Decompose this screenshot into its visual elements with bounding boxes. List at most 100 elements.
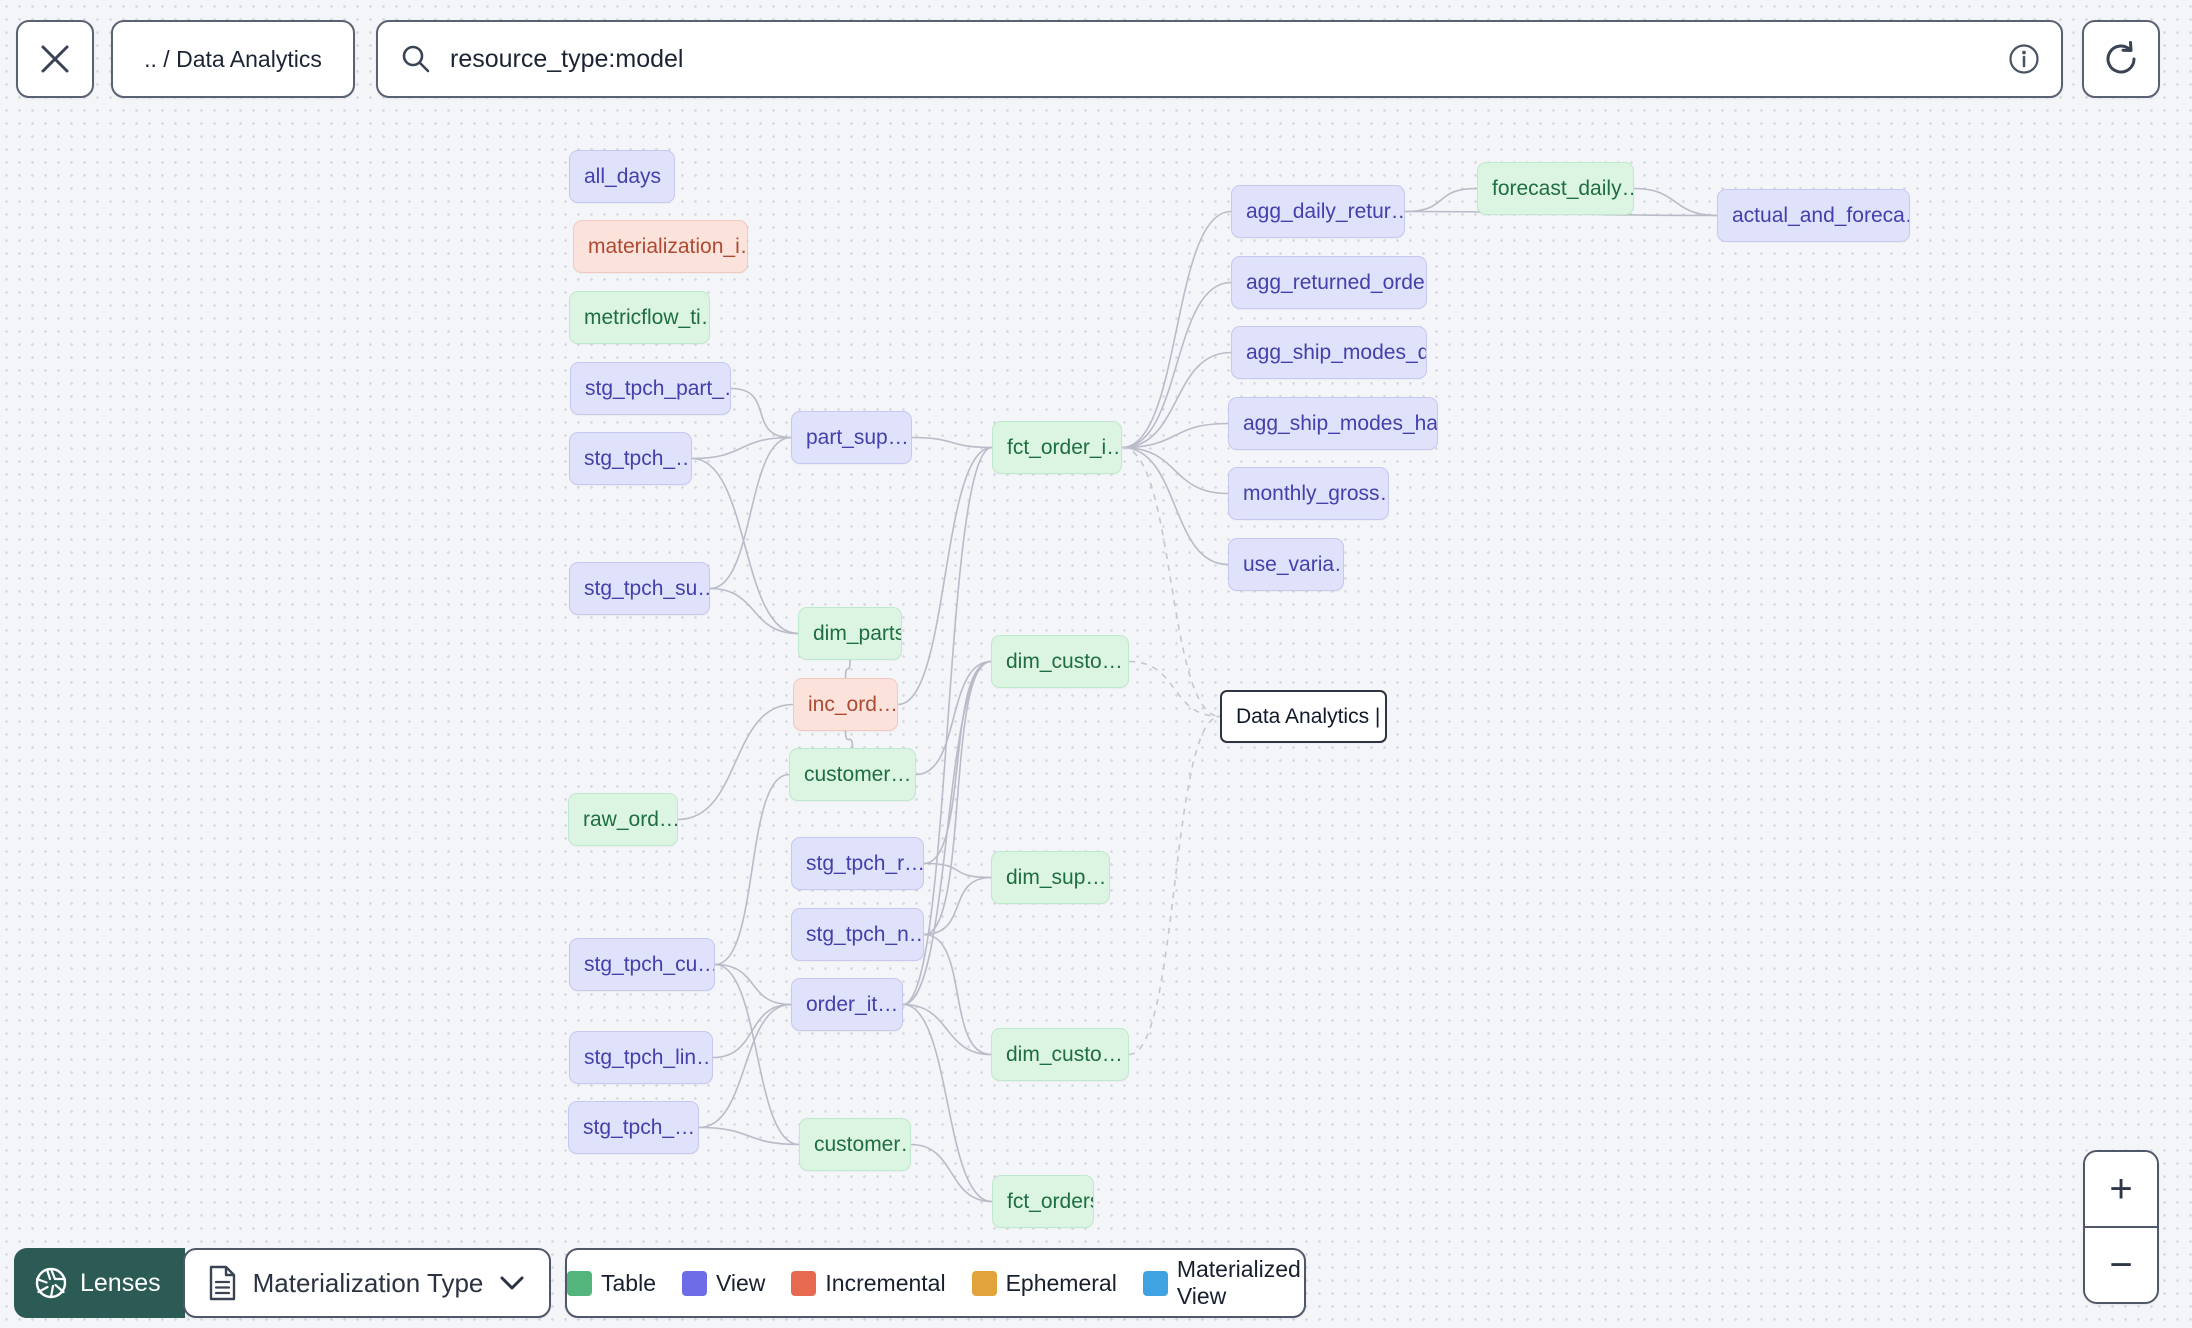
edge-fct_order_items-to-monthly_gross	[1121, 446, 1229, 495]
edge-stg_tpch_lin-to-order_items	[712, 1003, 792, 1059]
graph-node-metricflow[interactable]: metricflow_ti…	[569, 291, 710, 344]
edge-stg_tpch_cu-to-customers_b	[714, 963, 800, 1146]
graph-node-stg_tpch_a[interactable]: stg_tpch_…	[569, 432, 692, 485]
lens-selector-materialization-type[interactable]: Materialization Type	[182, 1248, 552, 1318]
legend-label: Table	[601, 1269, 656, 1296]
edge-stg_tpch_cu-to-order_items	[714, 963, 792, 1006]
edge-customers_b-to-fct_orders	[910, 1143, 993, 1203]
graph-node-raw_orders[interactable]: raw_ord…	[568, 793, 678, 846]
edge-stg_tpch_n-to-dim_customers_a	[923, 660, 992, 936]
legend-item-table: Table	[567, 1270, 656, 1297]
zoom-in-button[interactable]: +	[2085, 1152, 2157, 1228]
graph-node-part_suppliers[interactable]: part_sup…	[791, 411, 912, 464]
edge-stg_tpch_su-to-part_suppliers	[709, 436, 792, 590]
edge-forecast_daily-to-actual_forecast	[1633, 187, 1718, 217]
graph-node-exposure[interactable]: Data Analytics | …	[1220, 690, 1387, 743]
graph-node-dim_customers_b[interactable]: dim_custo…	[991, 1028, 1129, 1081]
edge-agg_daily_ret-to-forecast_daily	[1404, 187, 1478, 213]
edge-part_suppliers-to-fct_order_items	[911, 436, 993, 449]
refresh-icon	[2106, 41, 2136, 74]
lenses-label: Lenses	[80, 1268, 161, 1297]
edge-fct_order_items-to-agg_daily_ret	[1121, 210, 1232, 449]
search-icon	[400, 43, 432, 75]
legend-swatch	[1142, 1270, 1168, 1296]
edge-fct_order_items-to-use_varia	[1121, 446, 1229, 566]
edge-order_items-to-dim_customers_b	[902, 1003, 992, 1056]
aperture-icon	[35, 1267, 67, 1299]
graph-node-agg_returned[interactable]: agg_returned_orde…	[1231, 256, 1427, 309]
graph-node-stg_tpch_cu[interactable]: stg_tpch_cu…	[569, 938, 715, 991]
lenses-control-group: Lenses Materialization Type	[14, 1248, 552, 1318]
edge-stg_tpch_n-to-dim_customers_b	[923, 933, 992, 1056]
graph-node-monthly_gross[interactable]: monthly_gross…	[1228, 467, 1389, 520]
materialization-legend: Table View Incremental Ephemeral Materialize…	[565, 1248, 1306, 1318]
edge-stg_tpch_cu-to-customers_a	[714, 773, 790, 966]
edge-stg_tpch_n-to-dim_suppliers	[923, 876, 992, 936]
edge-dim_parts-to-inc_orders	[844, 659, 851, 679]
search-input[interactable]	[448, 43, 2007, 75]
legend-swatch	[681, 1270, 707, 1296]
graph-node-stg_tpch_b[interactable]: stg_tpch_…	[568, 1101, 699, 1154]
edge-stg_tpch_a-to-part_suppliers	[691, 436, 792, 460]
legend-swatch	[791, 1270, 817, 1296]
graph-node-agg_daily_ret[interactable]: agg_daily_retur…	[1231, 185, 1405, 238]
graph-node-agg_ship_ha[interactable]: agg_ship_modes_ha…	[1228, 397, 1438, 450]
graph-node-fct_order_items[interactable]: fct_order_i…	[992, 421, 1122, 474]
legend-label: Materialized View	[1176, 1256, 1301, 1309]
breadcrumb-label: .. / Data Analytics	[144, 45, 322, 72]
close-icon	[41, 45, 69, 73]
edge-stg_tpch_r-to-dim_suppliers	[923, 862, 992, 879]
zoom-control: + −	[2083, 1150, 2159, 1304]
zoom-out-button[interactable]: −	[2085, 1228, 2157, 1302]
edge-fct_order_items-to-agg_returned	[1121, 281, 1232, 449]
graph-node-fct_orders[interactable]: fct_orders	[992, 1175, 1094, 1228]
edge-raw_orders-to-inc_orders	[677, 703, 794, 821]
graph-node-customers_b[interactable]: customer…	[799, 1118, 911, 1171]
graph-node-inc_orders[interactable]: inc_ord…	[793, 678, 898, 731]
graph-node-dim_suppliers[interactable]: dim_sup…	[991, 851, 1110, 904]
graph-node-order_items[interactable]: order_it…	[791, 978, 903, 1031]
edge-order_items-to-fct_orders	[902, 1003, 993, 1203]
lineage-canvas[interactable]: all_days materialization_i… metricflow_ti……	[0, 0, 2192, 1328]
graph-node-stg_tpch_part[interactable]: stg_tpch_part_…	[570, 362, 731, 415]
edge-stg_tpch_b-to-customers_b	[698, 1126, 800, 1146]
edge-customers_a-to-dim_customers_a	[915, 660, 992, 776]
legend-item-view: View	[681, 1269, 766, 1297]
lenses-button[interactable]: Lenses	[14, 1248, 185, 1318]
breadcrumb[interactable]: .. / Data Analytics	[111, 20, 355, 98]
graph-node-dim_customers_a[interactable]: dim_custo…	[991, 635, 1129, 688]
edge-fct_order_items-to-exposure	[1121, 446, 1221, 718]
graph-node-stg_tpch_n[interactable]: stg_tpch_n…	[791, 908, 924, 961]
edge-inc_orders-to-fct_order_items	[897, 446, 993, 706]
legend-swatch	[971, 1270, 997, 1296]
edge-stg_tpch_r-to-dim_customers_a	[923, 660, 992, 865]
graph-node-dim_parts[interactable]: dim_parts	[798, 607, 902, 660]
legend-item-ephemeral: Ephemeral	[971, 1269, 1117, 1297]
refresh-button[interactable]	[2082, 20, 2160, 98]
edge-inc_orders-to-customers_a	[844, 730, 854, 749]
legend-label: View	[715, 1269, 766, 1296]
graph-node-agg_ship_d[interactable]: agg_ship_modes_d…	[1231, 326, 1427, 379]
document-icon	[209, 1265, 235, 1301]
search-bar[interactable]	[376, 20, 2063, 98]
graph-node-stg_tpch_lin[interactable]: stg_tpch_lin…	[569, 1031, 713, 1084]
graph-node-use_varia[interactable]: use_varia…	[1228, 538, 1344, 591]
graph-node-actual_forecast[interactable]: actual_and_foreca…	[1717, 189, 1910, 242]
graph-node-customers_a[interactable]: customer…	[789, 748, 916, 801]
edge-stg_tpch_part-to-part_suppliers	[730, 387, 792, 439]
legend-item-materialized-view: Materialized View	[1142, 1256, 1304, 1310]
chevron-down-icon	[500, 1276, 524, 1290]
graph-node-stg_tpch_su[interactable]: stg_tpch_su…	[569, 562, 710, 615]
legend-label: Incremental	[825, 1269, 946, 1296]
info-icon[interactable]	[2007, 42, 2041, 76]
graph-node-stg_tpch_r[interactable]: stg_tpch_r…	[791, 837, 924, 890]
edge-dim_customers_b-to-exposure	[1128, 715, 1221, 1056]
graph-node-forecast_daily[interactable]: forecast_daily…	[1477, 162, 1634, 215]
graph-node-all_days[interactable]: all_days	[569, 150, 675, 203]
legend-label: Ephemeral	[1005, 1269, 1117, 1296]
legend-swatch	[567, 1270, 592, 1296]
graph-node-materialization[interactable]: materialization_i…	[573, 220, 748, 273]
edge-stg_tpch_su-to-dim_parts	[709, 587, 799, 635]
close-button[interactable]	[16, 20, 94, 98]
edge-fct_order_items-to-agg_ship_ha	[1121, 422, 1229, 449]
